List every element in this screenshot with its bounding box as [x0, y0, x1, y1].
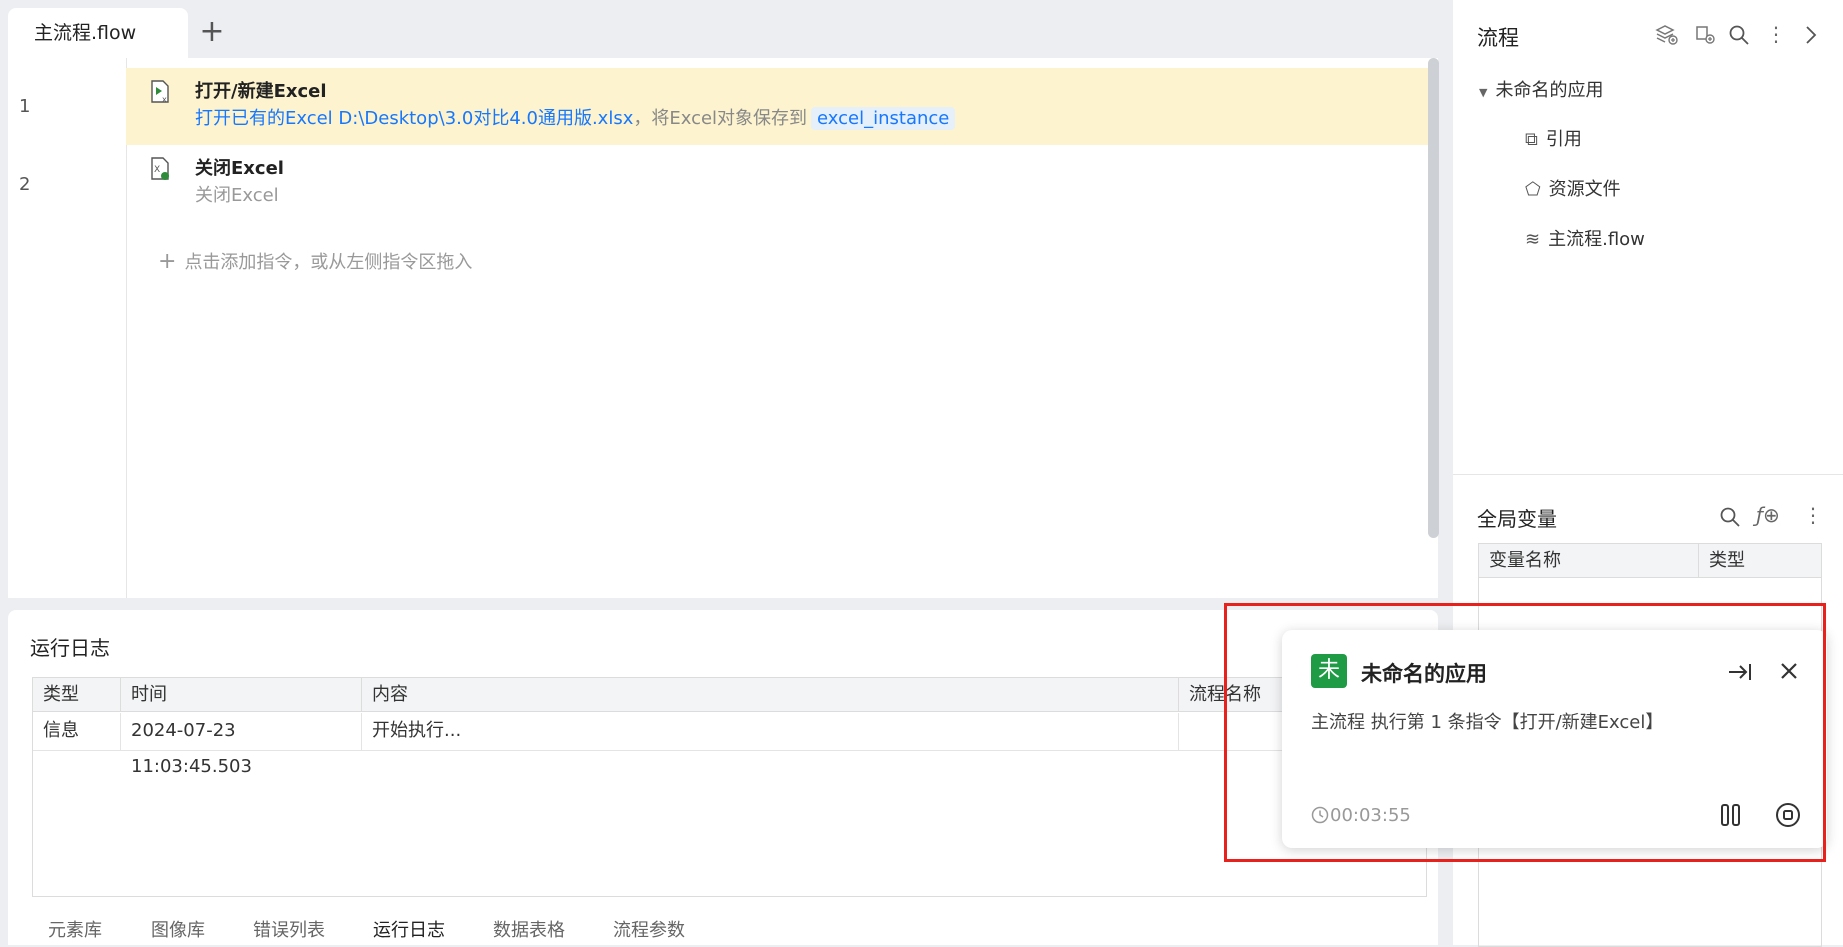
editor-scrollbar[interactable]: [1428, 58, 1439, 538]
column-header[interactable]: 时间: [121, 678, 362, 712]
svg-text:x: x: [162, 95, 167, 104]
add-flow-icon[interactable]: [1654, 23, 1678, 45]
excel-open-icon: x: [151, 80, 169, 104]
caret-down-icon: ▼: [1479, 86, 1488, 99]
command-description: 打开已有的Excel D:\Desktop\3.0对比4.0通用版.xlsx，将…: [195, 104, 956, 130]
variable-chip[interactable]: excel_instance: [811, 107, 956, 130]
svg-text:X: X: [154, 165, 160, 175]
puzzle-icon: ⬠: [1525, 179, 1541, 200]
add-command-hint[interactable]: + 点击添加指令，或从左侧指令区拖入: [158, 248, 472, 274]
command-row-close-excel[interactable]: X 关闭Excel 关闭Excel: [126, 145, 1436, 223]
tree-item-main-flow[interactable]: ≋ 主流程.flow: [1525, 225, 1645, 251]
column-header[interactable]: 类型: [1699, 544, 1821, 578]
chevron-right-icon[interactable]: [1804, 25, 1818, 45]
add-tab-button[interactable]: +: [198, 14, 226, 50]
tree-item-label: 资源文件: [1548, 179, 1621, 200]
panel-title: 运行日志: [30, 636, 110, 660]
tree-item-label: 引用: [1545, 129, 1582, 150]
search-icon[interactable]: [1719, 506, 1741, 528]
line-number: 1: [19, 96, 31, 117]
layers-icon: ≋: [1525, 229, 1541, 250]
command-row-open-excel[interactable]: x 打开/新建Excel 打开已有的Excel D:\Desktop\3.0对比…: [126, 68, 1436, 145]
file-path-text: 打开已有的Excel D:\Desktop\3.0对比4.0通用版.xlsx: [195, 108, 634, 129]
flow-editor: 1 2 x 打开/新建Excel 打开已有的Excel D:\Desktop\3…: [8, 58, 1438, 598]
bottom-tab-data-table[interactable]: 数据表格: [493, 916, 565, 942]
app-name: 未命名的应用: [1495, 80, 1604, 101]
tree-app-node[interactable]: ▼ 未命名的应用: [1479, 76, 1603, 102]
log-cell-content: 开始执行...: [362, 713, 1179, 751]
log-table: 类型 时间 内容 流程名称 信息 2024-07-23 11:03:45.503…: [32, 677, 1427, 897]
globals-title: 全局变量: [1477, 507, 1557, 531]
reference-icon: ⧉: [1525, 129, 1538, 150]
column-header[interactable]: 类型: [33, 678, 121, 712]
search-icon[interactable]: [1728, 24, 1750, 46]
line-number: 2: [19, 174, 31, 195]
divider: [1453, 474, 1843, 475]
desc-mid-text: ，将Excel对象保存到: [633, 108, 808, 129]
more-icon[interactable]: ⋮: [1803, 503, 1823, 527]
bottom-tab-images[interactable]: 图像库: [151, 916, 205, 942]
bottom-tab-errors[interactable]: 错误列表: [253, 916, 325, 942]
tree-item-label: 主流程.flow: [1548, 229, 1645, 250]
tree-item-resources[interactable]: ⬠ 资源文件: [1525, 175, 1621, 201]
add-function-icon[interactable]: ƒ⊕: [1756, 503, 1780, 527]
more-icon[interactable]: ⋮: [1766, 22, 1786, 46]
line-gutter: 1 2: [8, 58, 127, 598]
excel-close-icon: X: [151, 157, 169, 180]
column-header[interactable]: 内容: [362, 678, 1179, 712]
tab-main-flow[interactable]: 主流程.flow: [8, 8, 188, 58]
bottom-tab-flow-params[interactable]: 流程参数: [613, 916, 685, 942]
plus-icon: +: [158, 249, 177, 274]
command-title: 关闭Excel: [195, 158, 284, 179]
tab-bar: 主流程.flow +: [0, 0, 1445, 58]
column-header[interactable]: 变量名称: [1479, 544, 1699, 578]
log-cell-type: 信息: [33, 713, 121, 751]
flow-panel-title: 流程: [1477, 26, 1519, 50]
add-module-icon[interactable]: [1692, 23, 1716, 45]
log-cell-time: 2024-07-23 11:03:45.503: [121, 713, 362, 777]
add-hint-text: 点击添加指令，或从左侧指令区拖入: [184, 252, 473, 273]
bottom-tab-elements[interactable]: 元素库: [48, 916, 102, 942]
tree-item-references[interactable]: ⧉ 引用: [1525, 125, 1582, 151]
command-description: 关闭Excel: [195, 185, 279, 206]
annotation-highlight-box: [1224, 603, 1826, 862]
command-title: 打开/新建Excel: [195, 81, 327, 102]
bottom-tab-run-log[interactable]: 运行日志: [373, 916, 445, 942]
